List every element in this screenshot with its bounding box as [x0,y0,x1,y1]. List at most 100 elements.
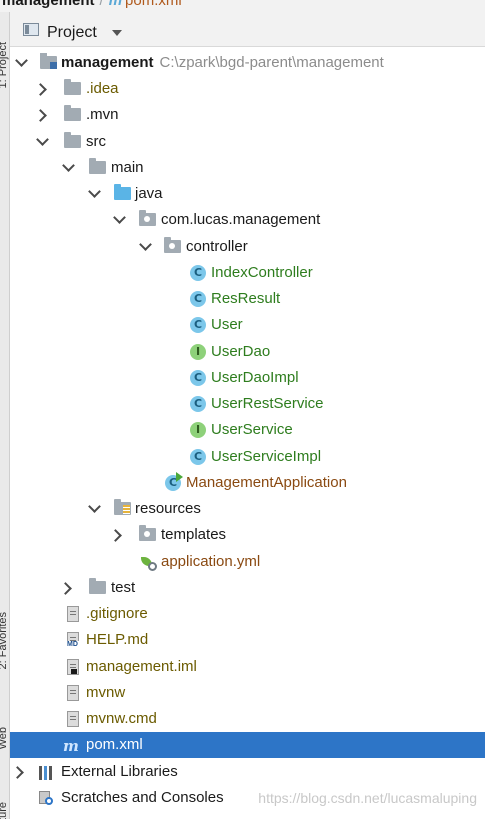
breadcrumb-file[interactable]: pom.xml [125,0,182,9]
tree-node-mvn[interactable]: .mvn [10,102,485,128]
tree-node-main[interactable]: main [10,155,485,181]
class-icon: C [190,291,206,307]
tree-node-label: application.yml [161,553,261,570]
class-icon: C [190,265,206,281]
tree-node-label: UserServiceImpl [211,448,322,465]
tree-node-class[interactable]: C ResResult [10,286,485,312]
collapse-arrow-icon[interactable] [59,582,72,595]
tree-node-label: ManagementApplication [186,474,347,491]
tree-node-label: Scratches and Consoles [61,789,224,806]
class-icon: C [190,396,206,412]
folder-icon [89,158,106,174]
expand-arrow-icon[interactable] [113,211,126,224]
text-file-icon [67,711,79,727]
package-icon [139,210,156,226]
tree-node-test[interactable]: test [10,575,485,601]
folder-icon [64,132,81,148]
expand-arrow-icon[interactable] [36,133,49,146]
watermark: https://blog.csdn.net/lucasmaluping [258,790,477,806]
folder-icon [139,525,156,541]
collapse-arrow-icon[interactable] [34,109,47,122]
tree-node-controller[interactable]: controller [10,234,485,260]
tree-node-file[interactable]: HELP.md [10,627,485,653]
collapse-arrow-icon[interactable] [34,83,47,96]
panel-title[interactable]: Project [47,24,97,42]
tree-node-label: pom.xml [86,736,143,753]
source-folder-icon [114,184,131,200]
tab-favorites[interactable]: 2: Favorites [0,612,9,669]
tree-node-interface[interactable]: I UserDao [10,339,485,365]
tree-node-app-class[interactable]: C ManagementApplication [10,470,485,496]
breadcrumb-separator: / [99,0,104,9]
expand-arrow-icon[interactable] [88,185,101,198]
tree-node-label: mvnw.cmd [86,710,157,727]
tree-node-file[interactable]: .gitignore [10,601,485,627]
tree-node-label: ResResult [211,290,281,307]
tree-node-label: templates [161,526,227,543]
chevron-down-icon[interactable] [112,30,122,36]
tree-node-label: UserDaoImpl [211,369,299,386]
tree-node-file[interactable]: mvnw [10,680,485,706]
tree-node-resources[interactable]: resources [10,496,485,522]
tree-node-class[interactable]: C UserServiceImpl [10,444,485,470]
tree-node-external-libraries[interactable]: External Libraries [10,759,485,785]
tab-project[interactable]: 1: Project [0,42,9,88]
maven-icon: m [63,737,79,755]
collapse-arrow-icon[interactable] [109,529,122,542]
folder-icon [64,79,81,95]
library-icon [39,766,55,780]
text-file-icon [67,685,79,701]
tree-node-label: management C:\zpark\bgd-parent\management [61,54,384,71]
interface-icon: I [190,344,206,360]
spring-boot-app-icon: C [165,472,183,491]
tree-node-label: User [211,316,243,333]
tree-node-class[interactable]: C User [10,312,485,338]
tree-node-file[interactable]: management.iml [10,654,485,680]
class-icon: C [190,449,206,465]
tree-node-label: .idea [86,80,119,97]
tree-node-label: IndexController [211,264,313,281]
tree-node-idea[interactable]: .idea [10,76,485,102]
tree-node-pom[interactable]: m pom.xml [10,732,485,758]
breadcrumb: management / m pom.xml [2,0,182,9]
tree-node-package[interactable]: com.lucas.management [10,207,485,233]
interface-icon: I [190,422,206,438]
root-name: management [61,54,154,71]
collapse-arrow-icon[interactable] [11,766,24,779]
tree-node-class[interactable]: C UserRestService [10,391,485,417]
tree-node-class[interactable]: C IndexController [10,260,485,286]
tree-node-label: UserService [211,421,293,438]
project-panel-header: Project [10,12,485,47]
tree-node-label: HELP.md [86,631,149,648]
breadcrumb-module[interactable]: management [2,0,95,9]
folder-icon [64,105,81,121]
tree-node-templates[interactable]: templates [10,522,485,548]
tree-node-label: External Libraries [61,763,178,780]
tree-node-label: main [111,159,144,176]
resources-folder-icon [114,499,131,515]
tree-node-application-yml[interactable]: application.yml [10,549,485,575]
tree-node-label: UserDao [211,343,271,360]
tree-node-label: test [111,579,136,596]
tree-node-label: mvnw [86,684,126,701]
tree-node-label: UserRestService [211,395,324,412]
expand-arrow-icon[interactable] [62,159,75,172]
tree-node-java[interactable]: java [10,181,485,207]
expand-arrow-icon[interactable] [15,54,28,67]
tree-node-file[interactable]: mvnw.cmd [10,706,485,732]
tree-node-root[interactable]: management C:\zpark\bgd-parent\management [10,50,485,76]
tree-node-label: .mvn [86,106,119,123]
class-icon: C [190,317,206,333]
tab-web[interactable]: Web [0,727,9,749]
tree-node-label: com.lucas.management [161,211,321,228]
tree-node-label: controller [186,238,248,255]
tree-node-interface[interactable]: I UserService [10,417,485,443]
markdown-file-icon [66,632,79,648]
tree-node-class[interactable]: C UserDaoImpl [10,365,485,391]
expand-arrow-icon[interactable] [139,238,152,251]
project-view-icon [23,23,39,36]
tree-node-src[interactable]: src [10,129,485,155]
expand-arrow-icon[interactable] [88,500,101,513]
tab-structure[interactable]: Structure [0,802,9,819]
spring-config-icon [141,555,157,571]
